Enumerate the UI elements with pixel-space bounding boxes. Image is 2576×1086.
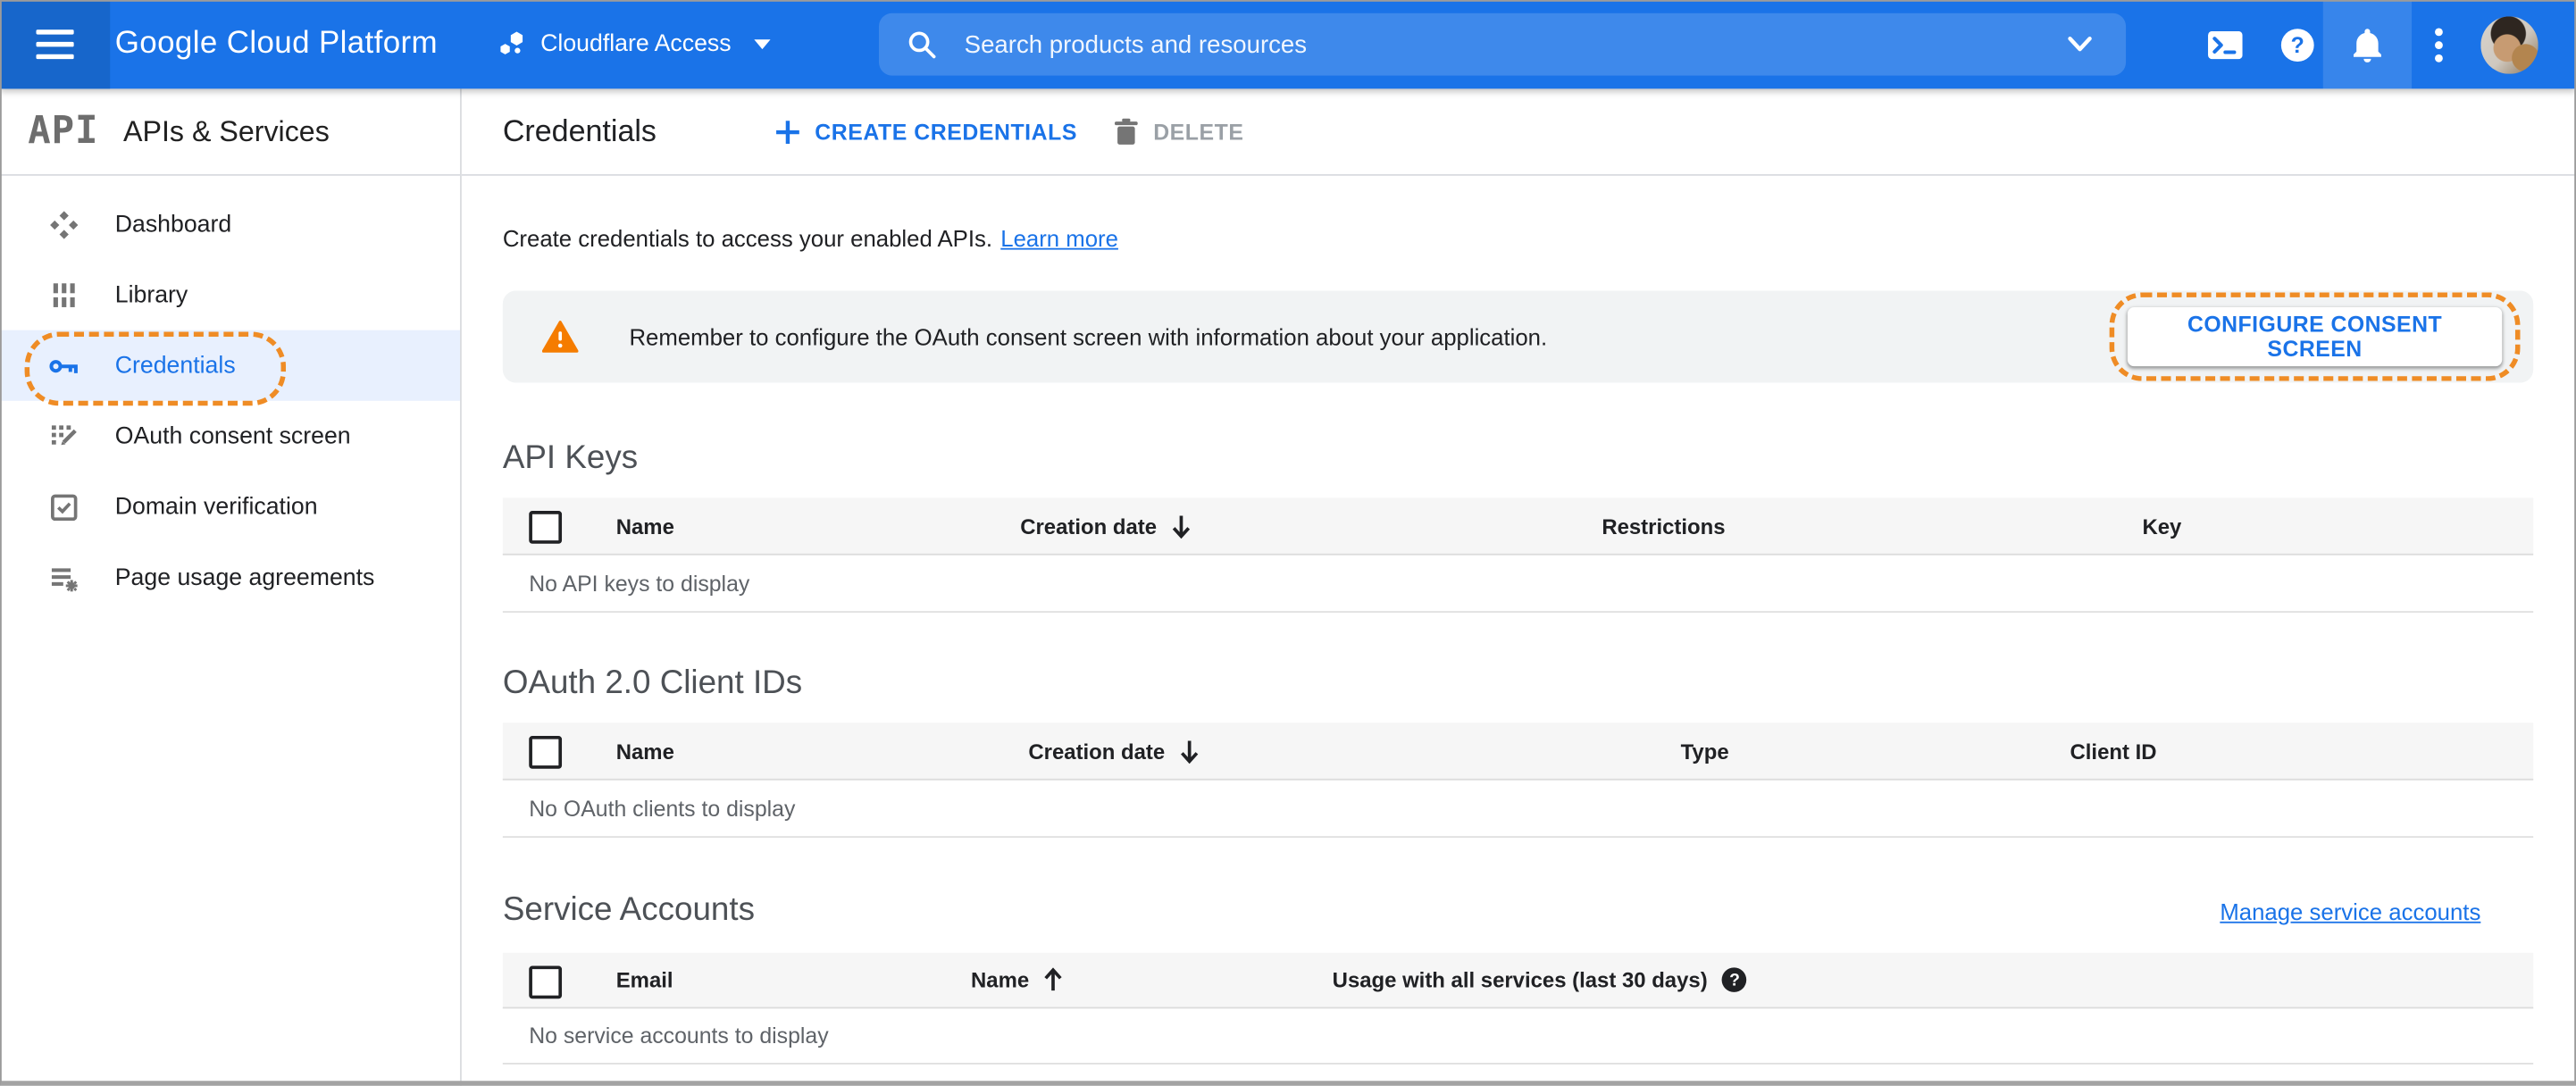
more-options-button[interactable] — [2420, 0, 2455, 88]
chevron-down-icon — [754, 39, 771, 50]
configure-consent-screen-button[interactable]: CONFIGURE CONSENT SCREEN — [2127, 306, 2503, 367]
page-title: Credentials — [502, 113, 657, 148]
section-title: API Keys — [502, 439, 639, 477]
search-input[interactable] — [960, 29, 2067, 61]
column-header-key[interactable]: Key — [2142, 497, 2181, 554]
hamburger-menu-button[interactable] — [0, 0, 111, 89]
cloud-shell-button[interactable] — [2202, 0, 2248, 88]
help-icon: ? — [2279, 28, 2313, 62]
checkbox-check-icon — [49, 492, 79, 522]
section-title: Service Accounts — [502, 891, 756, 929]
project-hexagon-icon — [500, 31, 523, 54]
vertical-dots-icon — [2434, 27, 2442, 62]
sidebar-item-oauth-consent-screen[interactable]: OAuth consent screen — [0, 401, 460, 472]
sidebar-item-label: Library — [114, 281, 188, 308]
api-keys-section-header: API Keys — [503, 440, 2533, 478]
cloud-shell-icon — [2207, 30, 2242, 59]
help-button[interactable]: ? — [2274, 0, 2321, 88]
hamburger-icon — [36, 29, 74, 60]
gcp-logo: Google Cloud Platform — [114, 26, 439, 62]
bell-icon — [2353, 28, 2381, 62]
sidebar-nav: Dashboard Library Credentials OAuth cons… — [0, 176, 461, 613]
column-header-name[interactable]: Name — [616, 723, 674, 779]
project-name: Cloudflare Access — [540, 30, 732, 58]
consent-screen-icon — [49, 422, 79, 451]
column-header-usage[interactable]: Usage with all services (last 30 days) ? — [1333, 953, 1747, 1007]
plus-icon — [776, 120, 799, 144]
column-header-type[interactable]: Type — [1681, 723, 1729, 779]
sidebar-item-label: Page usage agreements — [114, 564, 375, 591]
service-accounts-empty-row: No service accounts to display — [502, 1008, 2534, 1065]
sidebar-item-dashboard[interactable]: Dashboard — [0, 189, 460, 260]
service-accounts-table: Email Name Usage with all services (last… — [502, 952, 2534, 1065]
api-product-logo: API — [28, 110, 99, 154]
gcp-console-window: Google Cloud Platform Cloudflare Access — [0, 0, 2576, 1086]
main-content: Credentials CREATE CREDENTIALS DELETE Cr… — [461, 88, 2576, 1086]
api-keys-table-header: Name Creation date Restrictions Key — [502, 497, 2534, 556]
consent-warning-banner: Remember to configure the OAuth consent … — [502, 290, 2534, 383]
key-icon — [49, 351, 79, 380]
column-header-creation-date[interactable]: Creation date — [1028, 723, 1199, 779]
warning-icon — [541, 321, 579, 354]
learn-more-link[interactable]: Learn more — [1000, 225, 1118, 251]
column-header-restrictions[interactable]: Restrictions — [1602, 497, 1725, 554]
section-title: OAuth 2.0 Client IDs — [502, 664, 803, 702]
api-keys-empty-row: No API keys to display — [502, 556, 2534, 614]
account-avatar[interactable] — [2480, 16, 2538, 74]
oauth-clients-empty-row: No OAuth clients to display — [502, 781, 2534, 839]
warning-message: Remember to configure the OAuth consent … — [629, 323, 1548, 350]
sidebar-item-label: Domain verification — [114, 493, 318, 521]
column-header-client-id[interactable]: Client ID — [2070, 723, 2157, 779]
column-header-name[interactable]: Name — [971, 953, 1064, 1007]
search-icon — [908, 31, 936, 59]
select-all-checkbox[interactable] — [529, 736, 563, 769]
manage-service-accounts-link[interactable]: Manage service accounts — [2220, 898, 2480, 924]
column-header-creation-date[interactable]: Creation date — [1020, 497, 1191, 554]
sidebar: API APIs & Services Dashboard Library Cr… — [0, 88, 462, 1086]
notifications-button[interactable] — [2322, 0, 2413, 89]
sidebar-item-page-usage-agreements[interactable]: Page usage agreements — [0, 542, 460, 613]
column-header-name[interactable]: Name — [616, 497, 674, 554]
sidebar-item-label: Credentials — [114, 352, 236, 379]
select-all-checkbox[interactable] — [529, 965, 563, 999]
usage-help-icon[interactable]: ? — [1722, 967, 1747, 992]
library-icon — [49, 280, 79, 310]
svg-text:?: ? — [2290, 33, 2304, 57]
list-gear-icon — [49, 563, 79, 592]
sidebar-item-domain-verification[interactable]: Domain verification — [0, 472, 460, 542]
sidebar-header: API APIs & Services — [0, 88, 461, 176]
sidebar-item-label: Dashboard — [114, 211, 232, 238]
sort-asc-arrow-icon — [1045, 967, 1063, 991]
oauth-clients-section-header: OAuth 2.0 Client IDs — [503, 665, 2533, 703]
service-accounts-table-header: Email Name Usage with all services (last… — [502, 952, 2534, 1009]
project-selector[interactable]: Cloudflare Access — [498, 0, 771, 88]
oauth-clients-table-header: Name Creation date Type Client ID — [502, 723, 2534, 781]
search-bar[interactable] — [879, 13, 2127, 76]
sidebar-item-library[interactable]: Library — [0, 260, 460, 330]
api-keys-table: Name Creation date Restrictions Key No A… — [502, 497, 2534, 614]
top-app-bar: Google Cloud Platform Cloudflare Access — [0, 0, 2576, 89]
service-accounts-section-header: Service Accounts Manage service accounts — [503, 892, 2533, 930]
search-expand-chevron-icon[interactable] — [2067, 36, 2093, 52]
sidebar-item-label: OAuth consent screen — [114, 422, 351, 450]
sidebar-title: APIs & Services — [123, 113, 330, 147]
create-credentials-button[interactable]: CREATE CREDENTIALS — [775, 88, 1077, 174]
select-all-checkbox[interactable] — [529, 511, 563, 544]
sort-desc-arrow-icon — [1172, 514, 1191, 539]
sidebar-item-credentials[interactable]: Credentials — [0, 330, 461, 406]
oauth-clients-table: Name Creation date Type Client ID No OAu… — [502, 723, 2534, 839]
dashboard-icon — [49, 210, 79, 239]
page-toolbar: Credentials CREATE CREDENTIALS DELETE — [461, 88, 2576, 176]
delete-button[interactable]: DELETE — [1114, 88, 1243, 174]
column-header-email[interactable]: Email — [616, 953, 673, 1007]
trash-icon — [1114, 117, 1138, 144]
sort-desc-arrow-icon — [1181, 739, 1199, 764]
intro-text: Create credentials to access your enable… — [502, 224, 1118, 252]
